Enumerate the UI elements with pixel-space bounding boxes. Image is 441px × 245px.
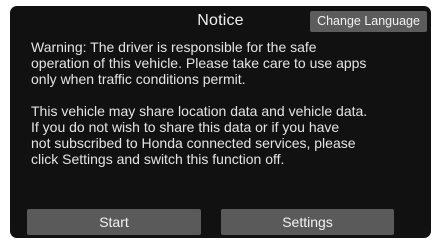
data-sharing-paragraph: This vehicle may share location data and… [31, 103, 427, 167]
warning-line: operation of this vehicle. Please take c… [31, 55, 367, 71]
notice-dialog: Notice Change Language Warning: The driv… [10, 6, 431, 238]
warning-line: only when traffic conditions permit. [31, 71, 246, 87]
notice-message: Warning: The driver is responsible for t… [31, 39, 427, 167]
start-button[interactable]: Start [27, 209, 201, 235]
warning-line: Warning: The driver is responsible for t… [31, 39, 317, 55]
warning-paragraph: Warning: The driver is responsible for t… [31, 39, 427, 87]
change-language-button[interactable]: Change Language [310, 11, 427, 32]
data-sharing-line: This vehicle may share location data and… [31, 103, 368, 119]
settings-button[interactable]: Settings [221, 209, 394, 235]
data-sharing-line: click Settings and switch this function … [31, 151, 285, 167]
data-sharing-line: If you do not wish to share this data or… [31, 119, 340, 135]
data-sharing-line: not subscribed to Honda connected servic… [31, 135, 356, 151]
